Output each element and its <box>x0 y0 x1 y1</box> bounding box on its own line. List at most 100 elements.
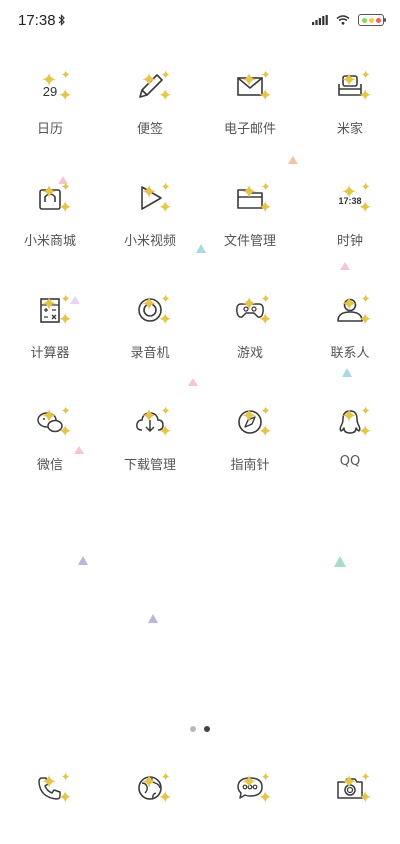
page-dot-active[interactable] <box>204 726 210 732</box>
svg-text:✦: ✦ <box>141 68 157 91</box>
shopping-bag-icon: ✦ ✦ ✦ <box>28 176 72 220</box>
sparkle-icon: ✦✦✦ <box>141 292 172 330</box>
svg-text:✦: ✦ <box>160 292 170 306</box>
app-label: 指南针 <box>230 458 270 473</box>
app-mi-video[interactable]: ✦ ✦ ✦ 小米视频 <box>100 166 200 276</box>
pencil-icon: ✦ ✦ ✦ <box>128 64 172 108</box>
calendar-icon: 29 ✦ ✦ ✦ <box>28 64 72 108</box>
svg-text:✦: ✦ <box>58 422 72 442</box>
camera-icon: ✦ ✦ ✦ <box>328 766 372 810</box>
svg-text:✦: ✦ <box>158 788 172 808</box>
svg-text:✦: ✦ <box>260 292 270 306</box>
page-dot[interactable] <box>190 726 196 732</box>
svg-text:✦: ✦ <box>58 788 72 808</box>
svg-text:✦: ✦ <box>241 68 257 91</box>
sparkle-icon: ✦✦✦ <box>241 404 272 442</box>
sparkle-icon: ✦✦✦ <box>341 292 372 330</box>
svg-text:✦: ✦ <box>358 198 372 218</box>
svg-text:✦: ✦ <box>260 404 270 418</box>
battery-icon <box>358 14 386 26</box>
sparkle-icon: ✦✦✦ <box>141 68 172 106</box>
sofa-icon: ✦ ✦ ✦ <box>328 64 372 108</box>
svg-text:✦: ✦ <box>160 180 170 194</box>
app-label: 电子邮件 <box>223 122 276 137</box>
app-label: 联系人 <box>330 346 370 361</box>
app-compass[interactable]: ✦ ✦ ✦ 指南针 <box>200 390 300 500</box>
app-label: 下载管理 <box>123 458 176 473</box>
page-indicator[interactable] <box>0 726 400 732</box>
svg-text:✦: ✦ <box>260 68 270 82</box>
confetti-shape <box>78 556 88 565</box>
app-qq[interactable]: ✦ ✦ ✦ QQ <box>300 390 400 500</box>
app-downloads[interactable]: ✦ ✦ ✦ 下载管理 <box>100 390 200 500</box>
svg-text:✦: ✦ <box>160 770 170 784</box>
svg-text:✦: ✦ <box>141 292 157 315</box>
app-file-manager[interactable]: ✦ ✦ ✦ 文件管理 <box>200 166 300 276</box>
app-contacts[interactable]: ✦ ✦ ✦ 联系人 <box>300 278 400 388</box>
app-label: 计算器 <box>30 346 70 361</box>
chat-bubble-icon: ✦ ✦ ✦ <box>228 766 272 810</box>
envelope-icon: ✦ ✦ ✦ <box>228 64 272 108</box>
app-wechat[interactable]: ✦ ✦ ✦ 微信 <box>0 390 100 500</box>
svg-text:✦: ✦ <box>160 68 170 82</box>
svg-text:✦: ✦ <box>260 770 270 784</box>
sparkle-icon: ✦✦✦ <box>141 180 172 218</box>
cloud-download-icon: ✦ ✦ ✦ <box>128 400 172 444</box>
dock-browser[interactable]: ✦ ✦ ✦ <box>100 760 200 820</box>
app-notes[interactable]: ✦ ✦ ✦ 便签 <box>100 54 200 164</box>
dock-phone[interactable]: ✦ ✦ ✦ <box>0 760 100 820</box>
dock-camera[interactable]: ✦ ✦ ✦ <box>300 760 400 820</box>
svg-text:✦: ✦ <box>241 180 257 203</box>
svg-text:✦: ✦ <box>241 292 257 315</box>
svg-text:✦: ✦ <box>60 770 70 784</box>
svg-text:✦: ✦ <box>360 180 370 194</box>
app-recorder[interactable]: ✦ ✦ ✦ 录音机 <box>100 278 200 388</box>
svg-text:✦: ✦ <box>258 788 272 808</box>
svg-text:✦: ✦ <box>41 292 57 315</box>
svg-text:✦: ✦ <box>141 180 157 203</box>
penguin-icon: ✦ ✦ ✦ <box>328 400 372 444</box>
app-label: 游戏 <box>236 346 263 361</box>
status-right <box>312 14 386 26</box>
sparkle-icon: ✦✦✦ <box>341 68 372 106</box>
svg-text:✦: ✦ <box>141 404 157 427</box>
sparkle-icon: ✦✦✦ <box>341 770 372 808</box>
person-icon: ✦ ✦ ✦ <box>328 288 372 332</box>
app-label: 日历 <box>36 122 63 137</box>
app-label: 米家 <box>336 122 363 137</box>
svg-text:✦: ✦ <box>358 310 372 330</box>
svg-text:✦: ✦ <box>358 422 372 442</box>
svg-text:✦: ✦ <box>360 292 370 306</box>
app-games[interactable]: ✦ ✦ ✦ 游戏 <box>200 278 300 388</box>
sparkle-icon: ✦✦✦ <box>41 404 72 442</box>
svg-text:✦: ✦ <box>41 68 57 91</box>
svg-text:✦: ✦ <box>160 404 170 418</box>
record-icon: ✦ ✦ ✦ <box>128 288 172 332</box>
app-mijia[interactable]: ✦ ✦ ✦ 米家 <box>300 54 400 164</box>
svg-text:✦: ✦ <box>141 770 157 793</box>
app-label: QQ <box>339 454 361 469</box>
app-mi-store[interactable]: ✦ ✦ ✦ 小米商城 <box>0 166 100 276</box>
bluetooth-icon <box>58 14 65 26</box>
svg-text:✦: ✦ <box>41 770 57 793</box>
svg-text:✦: ✦ <box>241 404 257 427</box>
svg-text:✦: ✦ <box>358 86 372 106</box>
status-time: 17:38 <box>18 12 56 29</box>
dock-messages[interactable]: ✦ ✦ ✦ <box>200 760 300 820</box>
svg-text:✦: ✦ <box>360 404 370 418</box>
svg-text:✦: ✦ <box>258 86 272 106</box>
clock-icon: 17:38 ✦ ✦ ✦ <box>328 176 372 220</box>
svg-text:✦: ✦ <box>341 292 357 315</box>
app-email[interactable]: ✦ ✦ ✦ 电子邮件 <box>200 54 300 164</box>
app-calendar[interactable]: 29 ✦ ✦ ✦ 日历 <box>0 54 100 164</box>
sparkle-icon: ✦✦✦ <box>241 68 272 106</box>
app-calculator[interactable]: ✦ ✦ ✦ 计算器 <box>0 278 100 388</box>
app-clock[interactable]: 17:38 ✦ ✦ ✦ 时钟 <box>300 166 400 276</box>
svg-text:✦: ✦ <box>60 68 70 82</box>
status-bar: 17:38 <box>0 0 400 44</box>
svg-text:✦: ✦ <box>360 68 370 82</box>
svg-text:✦: ✦ <box>260 180 270 194</box>
svg-text:✦: ✦ <box>341 404 357 427</box>
sparkle-icon: ✦✦✦ <box>341 404 372 442</box>
svg-text:✦: ✦ <box>341 770 357 793</box>
